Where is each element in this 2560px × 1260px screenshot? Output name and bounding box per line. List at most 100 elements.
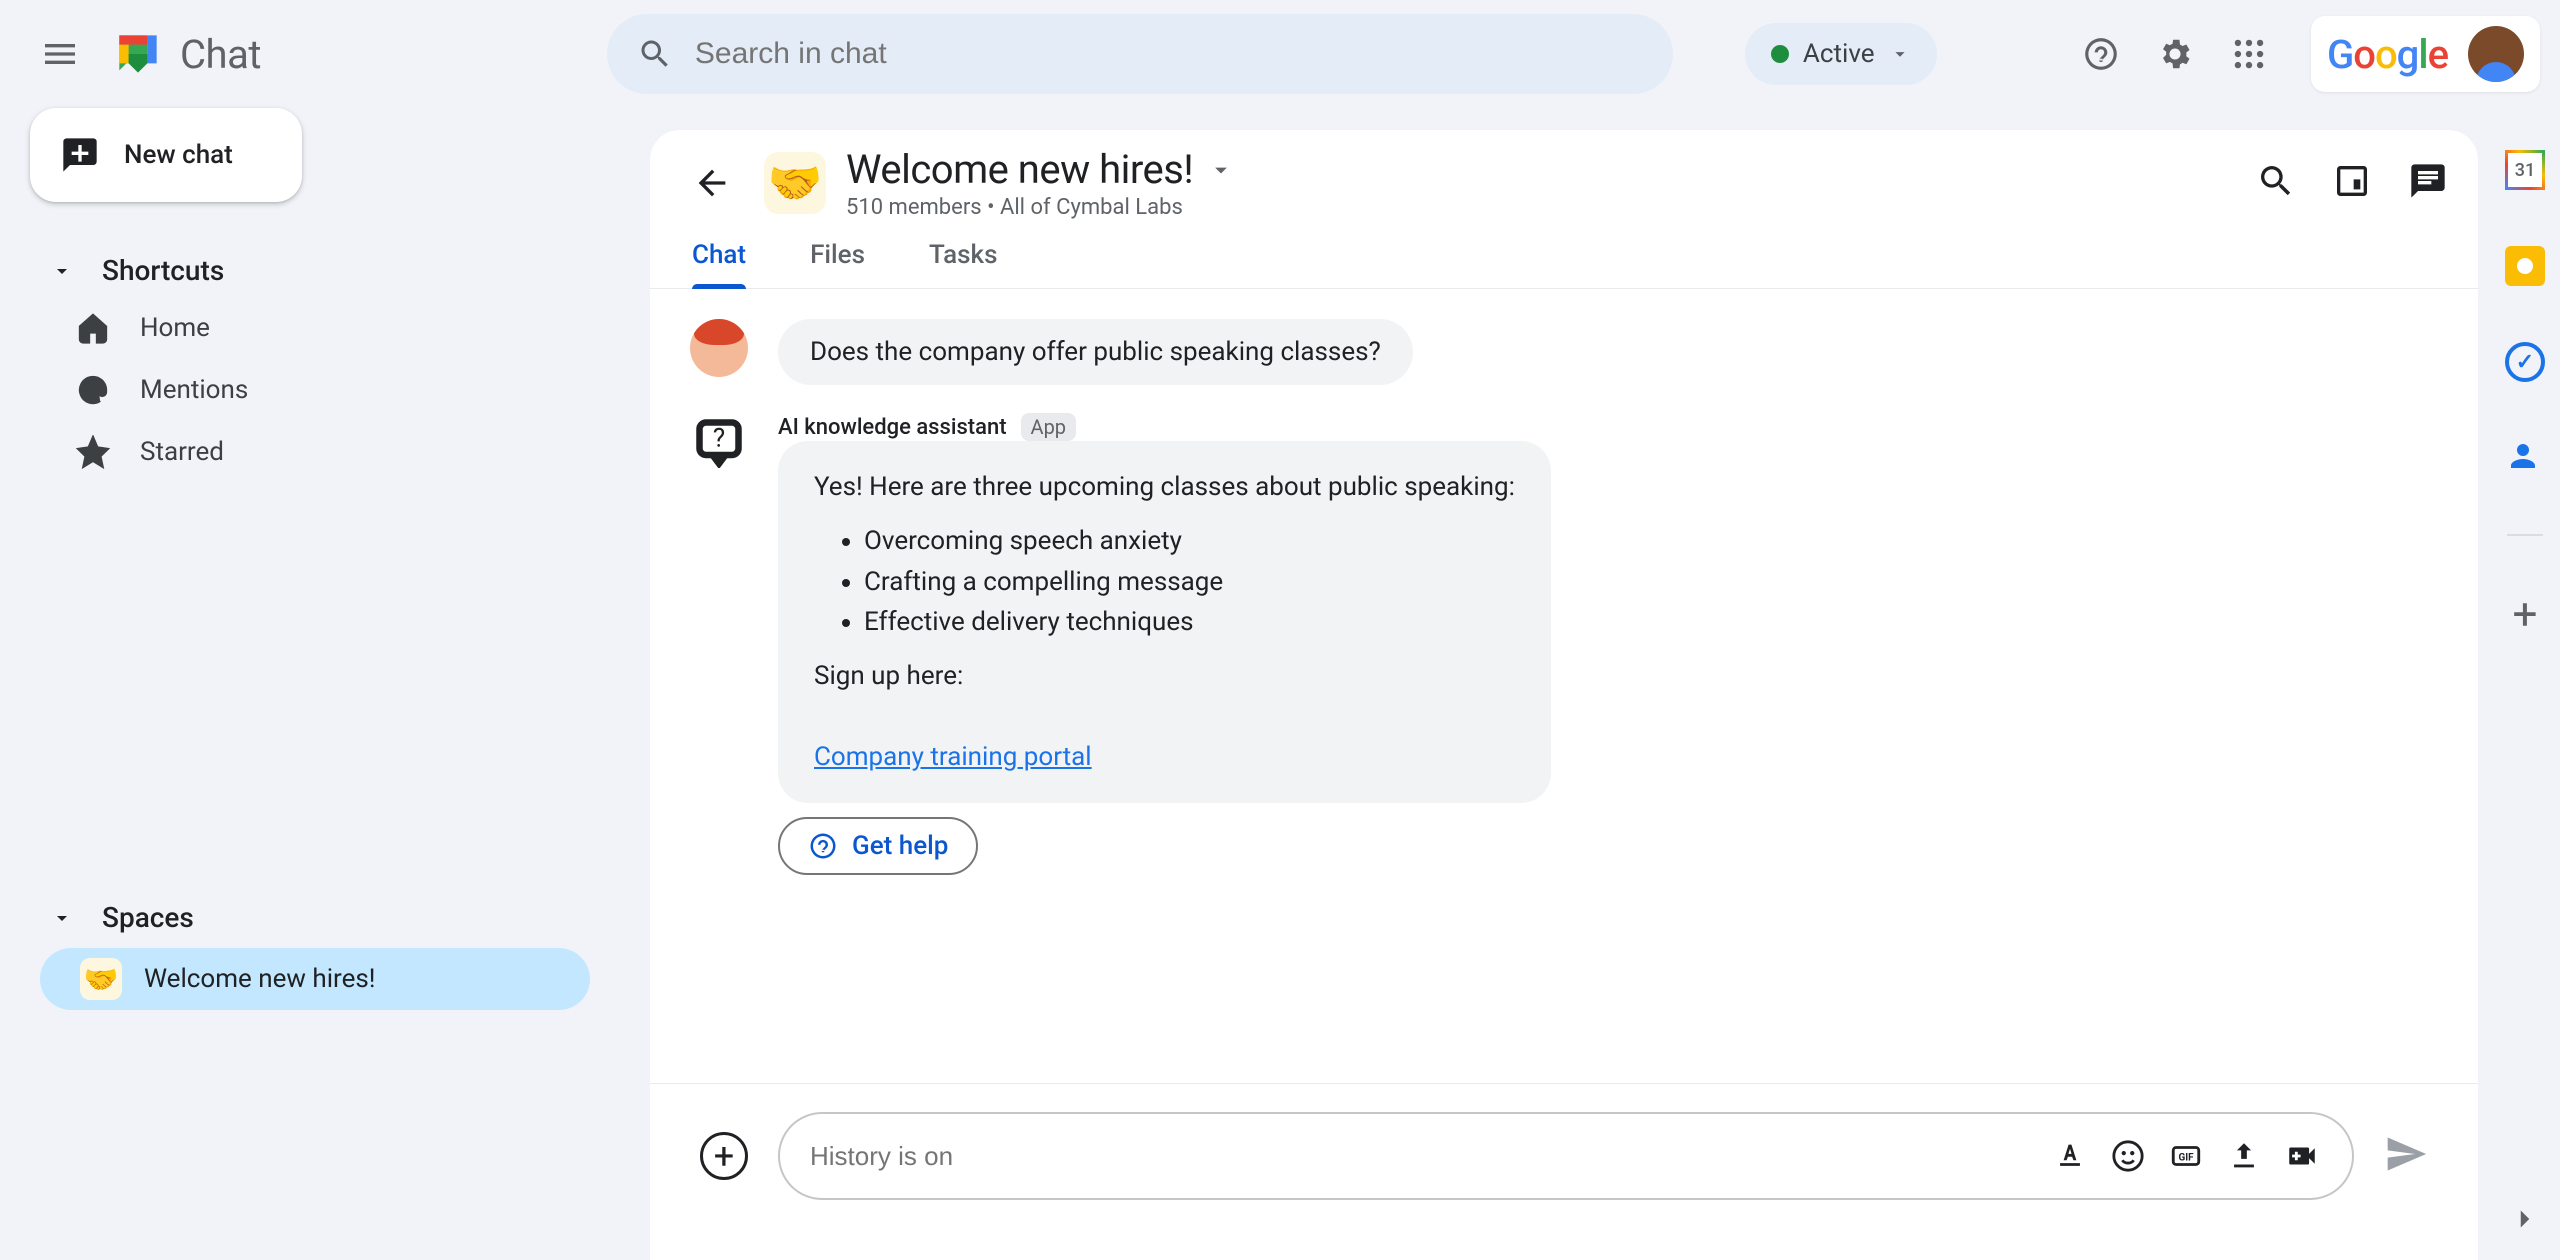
contacts-app-button[interactable] xyxy=(2505,438,2545,478)
search-bar[interactable] xyxy=(607,14,1673,94)
ai-message-bubble: Yes! Here are three upcoming classes abo… xyxy=(778,441,1551,803)
spaces-section[interactable]: Spaces xyxy=(30,891,630,944)
shortcuts-label: Shortcuts xyxy=(102,254,224,287)
at-icon xyxy=(76,373,110,407)
nav-starred[interactable]: Starred xyxy=(30,421,630,483)
caret-down-icon xyxy=(50,259,74,283)
ai-intro-text: Yes! Here are three upcoming classes abo… xyxy=(814,467,1515,507)
search-icon xyxy=(2256,161,2296,201)
new-chat-icon xyxy=(60,135,100,175)
search-input[interactable] xyxy=(695,37,1643,71)
thread-icon xyxy=(2408,161,2448,201)
ai-signup-text: Sign up here: xyxy=(814,656,1515,696)
message-input[interactable] xyxy=(810,1141,2032,1172)
app-badge: App xyxy=(1021,413,1077,441)
composer[interactable]: GIF xyxy=(778,1112,2354,1200)
room-title-block: Welcome new hires! 510 members • All of … xyxy=(846,146,1235,220)
message-row-ai: ? AI knowledge assistant App Yes! Here a… xyxy=(690,413,2438,875)
ai-name: AI knowledge assistant xyxy=(778,415,1007,440)
tab-files[interactable]: Files xyxy=(810,240,865,288)
upload-icon xyxy=(2227,1139,2261,1173)
tab-chat[interactable]: Chat xyxy=(692,240,746,288)
composer-area: + GIF xyxy=(650,1083,2478,1260)
message-row-user: Does the company offer public speaking c… xyxy=(690,319,2438,385)
home-icon xyxy=(76,311,110,345)
shortcuts-section[interactable]: Shortcuts xyxy=(30,244,630,297)
help-button[interactable] xyxy=(2069,22,2133,86)
chevron-right-icon xyxy=(2508,1202,2542,1236)
pop-out-button[interactable] xyxy=(2332,161,2372,205)
brand-box[interactable]: Google xyxy=(2311,16,2540,92)
apps-button[interactable] xyxy=(2217,22,2281,86)
svg-text:GIF: GIF xyxy=(2178,1152,2194,1163)
gif-icon: GIF xyxy=(2169,1139,2203,1173)
calendar-day: 31 xyxy=(2515,160,2535,181)
calendar-app-button[interactable]: 31 xyxy=(2505,150,2545,190)
meet-button[interactable] xyxy=(2282,1136,2322,1176)
nav-mentions[interactable]: Mentions xyxy=(30,359,630,421)
svg-text:?: ? xyxy=(713,423,725,453)
user-avatar[interactable] xyxy=(690,319,748,377)
pop-out-icon xyxy=(2332,161,2372,201)
arrow-left-icon xyxy=(692,163,732,203)
add-app-button[interactable]: + xyxy=(2513,592,2538,636)
space-item-label: Welcome new hires! xyxy=(144,964,376,994)
thread-panel-button[interactable] xyxy=(2408,161,2448,205)
person-icon xyxy=(2505,438,2541,474)
emoji-button[interactable] xyxy=(2108,1136,2148,1176)
room-header: 🤝 Welcome new hires! 510 members • All o… xyxy=(650,130,2478,220)
list-item: Overcoming speech anxiety xyxy=(864,521,1515,561)
gear-icon xyxy=(2156,35,2194,73)
tasks-app-button[interactable] xyxy=(2505,342,2545,382)
emoji-icon xyxy=(2111,1139,2145,1173)
back-button[interactable] xyxy=(680,151,744,215)
new-chat-label: New chat xyxy=(124,140,233,170)
chat-icon xyxy=(110,26,166,82)
main-menu-button[interactable] xyxy=(20,14,100,94)
tab-tasks[interactable]: Tasks xyxy=(929,240,998,288)
app-logo[interactable]: Chat xyxy=(110,26,261,82)
space-item-welcome[interactable]: 🤝 Welcome new hires! xyxy=(40,948,590,1010)
format-icon xyxy=(2053,1139,2087,1173)
room-actions xyxy=(2256,161,2448,205)
tabs: Chat Files Tasks xyxy=(650,220,2478,289)
collapse-rail-button[interactable] xyxy=(2508,1202,2542,1240)
chevron-down-icon xyxy=(1889,43,1911,65)
status-dropdown[interactable]: Active xyxy=(1745,23,1937,85)
ai-avatar[interactable]: ? xyxy=(690,413,748,471)
nav-home[interactable]: Home xyxy=(30,297,630,359)
send-button[interactable] xyxy=(2384,1132,2428,1180)
room-subtitle: 510 members • All of Cymbal Labs xyxy=(846,195,1235,220)
account-avatar[interactable] xyxy=(2468,26,2524,82)
room-emoji: 🤝 xyxy=(764,152,826,214)
gif-button[interactable]: GIF xyxy=(2166,1136,2206,1176)
get-help-button[interactable]: Get help xyxy=(778,817,978,875)
question-bubble-icon: ? xyxy=(693,416,745,468)
video-add-icon xyxy=(2285,1139,2319,1173)
search-in-space-button[interactable] xyxy=(2256,161,2296,205)
spaces-label: Spaces xyxy=(102,901,194,934)
header-right: Google xyxy=(2069,16,2540,92)
user-message-bubble: Does the company offer public speaking c… xyxy=(778,319,1413,385)
main-panel: 🤝 Welcome new hires! 510 members • All o… xyxy=(650,130,2478,1260)
send-icon xyxy=(2384,1132,2428,1176)
caret-down-icon xyxy=(50,906,74,930)
room-title: Welcome new hires! xyxy=(846,146,1193,193)
format-button[interactable] xyxy=(2050,1136,2090,1176)
nav-mentions-label: Mentions xyxy=(140,375,248,405)
list-item: Effective delivery techniques xyxy=(864,602,1515,642)
upload-button[interactable] xyxy=(2224,1136,2264,1176)
add-attachment-button[interactable]: + xyxy=(700,1132,748,1180)
list-item: Crafting a compelling message xyxy=(864,562,1515,602)
left-nav: New chat Shortcuts Home Mentions Starred… xyxy=(0,108,630,1014)
new-chat-button[interactable]: New chat xyxy=(30,108,302,202)
settings-button[interactable] xyxy=(2143,22,2207,86)
room-title-dropdown[interactable]: Welcome new hires! xyxy=(846,146,1235,193)
rail-divider xyxy=(2507,534,2543,536)
side-rail: 31 + xyxy=(2490,150,2560,636)
keep-app-button[interactable] xyxy=(2505,246,2545,286)
chevron-down-icon xyxy=(1207,156,1235,184)
get-help-label: Get help xyxy=(852,831,948,861)
company-training-link[interactable]: Company training portal xyxy=(814,742,1092,772)
google-logo: Google xyxy=(2327,31,2448,78)
